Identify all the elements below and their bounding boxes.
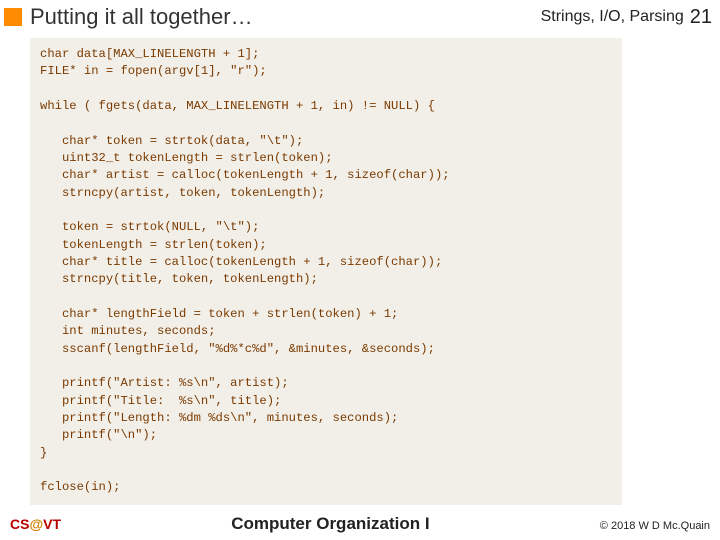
footer-vt: VT — [43, 516, 61, 532]
slide-header: Putting it all together… Strings, I/O, P… — [0, 0, 720, 36]
footer-copyright: © 2018 W D Mc.Quain — [600, 520, 710, 532]
page-number: 21 — [690, 6, 712, 29]
footer-org: CS@VT — [10, 516, 61, 532]
footer-course: Computer Organization I — [61, 514, 600, 534]
footer-cs: CS — [10, 516, 29, 532]
slide: Putting it all together… Strings, I/O, P… — [0, 0, 720, 540]
code-block: char data[MAX_LINELENGTH + 1]; FILE* in … — [30, 38, 622, 505]
section-label: Strings, I/O, Parsing — [541, 8, 684, 26]
slide-title: Putting it all together… — [30, 4, 541, 30]
title-bullet-icon — [4, 8, 22, 26]
footer-at: @ — [29, 516, 43, 532]
slide-footer: CS@VT Computer Organization I © 2018 W D… — [0, 514, 720, 534]
